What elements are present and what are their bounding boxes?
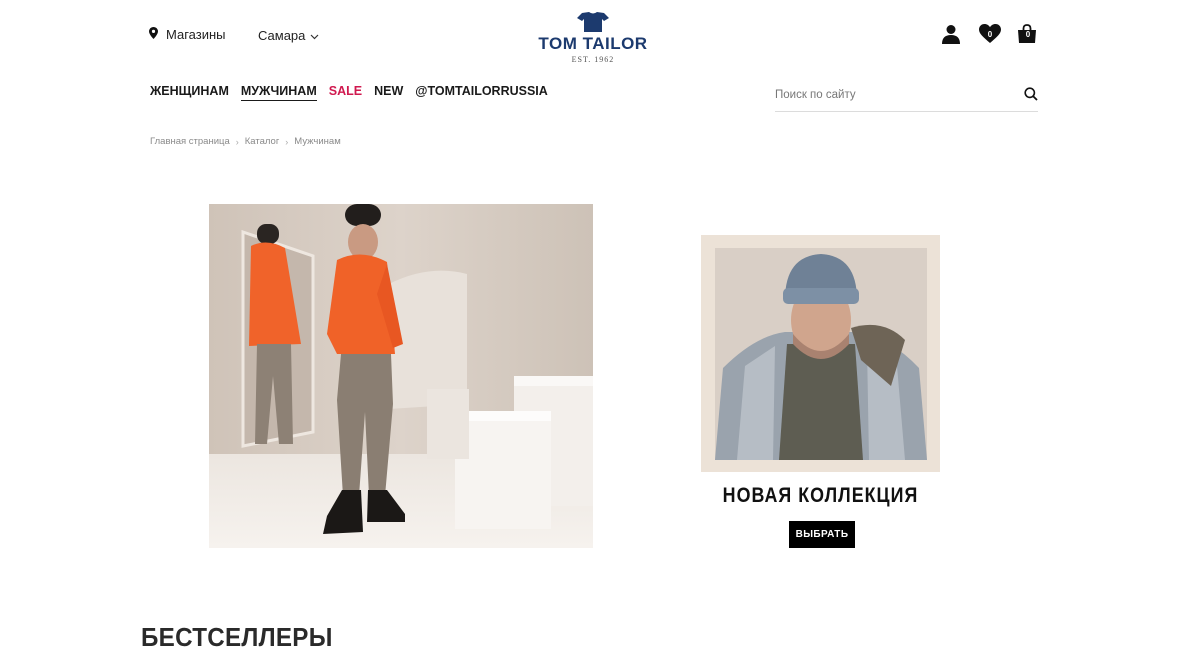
breadcrumb-home[interactable]: Главная страница [150, 136, 230, 147]
brand-logo[interactable]: TOM TAILOR EST. 1962 [519, 12, 667, 70]
breadcrumb: Главная страница › Каталог › Мужчинам [150, 136, 341, 147]
brand-logo-text: TOM TAILOR [538, 34, 648, 53]
header-actions: 0 0 [941, 24, 1039, 44]
promo-title: НОВАЯ КОЛЛЕКЦИЯ [722, 484, 919, 507]
city-selector-label: Самара [258, 28, 306, 43]
promo-photo [715, 248, 927, 460]
nav-item-women[interactable]: ЖЕНЩИНАМ [150, 84, 229, 101]
nav-item-sale[interactable]: SALE [329, 84, 362, 101]
chevron-right-icon: › [285, 136, 289, 147]
hero-banner[interactable] [209, 204, 593, 548]
wishlist-count: 0 [987, 30, 993, 39]
promo-card[interactable] [701, 235, 940, 472]
breadcrumb-current: Мужчинам [294, 136, 341, 147]
nav-item-instagram[interactable]: @TOMTAILORRUSSIA [415, 84, 548, 101]
breadcrumb-catalog[interactable]: Каталог [245, 136, 280, 147]
search-input[interactable] [775, 85, 1005, 105]
search-bar [775, 80, 1038, 112]
stores-link-label: Магазины [166, 27, 226, 42]
wishlist-button[interactable]: 0 [979, 24, 1001, 44]
nav-item-men[interactable]: МУЖЧИНАМ [240, 84, 317, 101]
hero-photo [209, 204, 593, 548]
choose-button[interactable]: ВЫБРАТЬ [789, 521, 855, 548]
cart-button[interactable]: 0 [1017, 24, 1039, 44]
nav-item-new[interactable]: NEW [374, 84, 403, 101]
location-pin-icon [149, 27, 158, 42]
search-icon[interactable] [1024, 87, 1038, 106]
stores-link[interactable]: Магазины [149, 27, 226, 42]
chevron-down-icon [310, 28, 319, 43]
main-navigation: ЖЕНЩИНАМ МУЖЧИНАМ SALE NEW @TOMTAILORRUS… [150, 84, 548, 101]
city-selector[interactable]: Самара [258, 28, 319, 43]
user-icon[interactable] [941, 24, 963, 44]
brand-logo-est: EST. 1962 [571, 55, 615, 64]
bestsellers-heading: БЕСТСЕЛЛЕРЫ [141, 622, 333, 652]
chevron-right-icon: › [235, 136, 239, 147]
cart-count: 0 [1025, 30, 1031, 39]
